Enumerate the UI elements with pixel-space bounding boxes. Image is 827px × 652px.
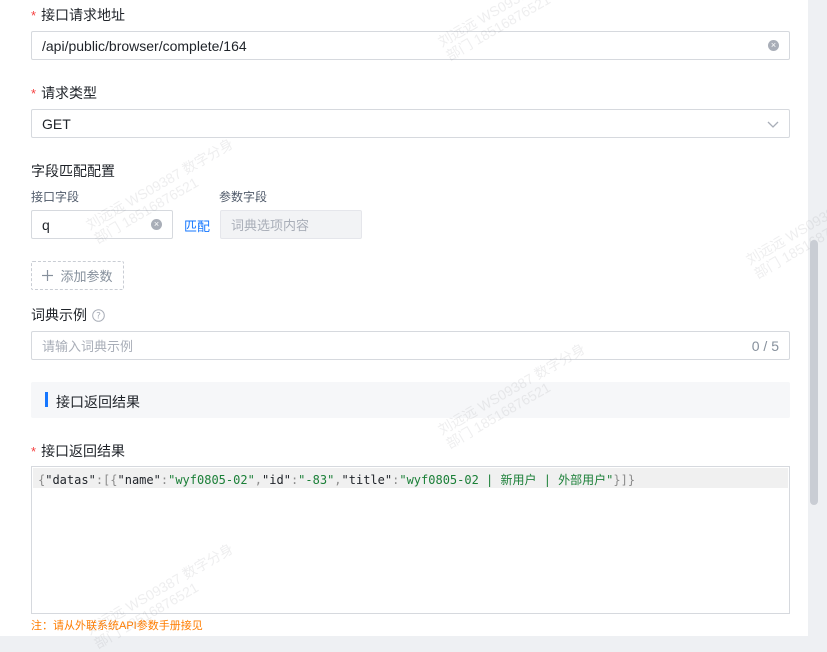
request-type-label: 请求类型 xyxy=(41,85,98,101)
add-param-label: 添加参数 xyxy=(60,269,113,284)
json-token: "name" xyxy=(117,473,161,487)
section-accent-bar xyxy=(45,392,48,407)
interface-field-input[interactable]: q × xyxy=(31,210,173,239)
field-mapping-label: 字段匹配配置 xyxy=(31,163,115,179)
required-mark: * xyxy=(31,86,37,101)
json-token: , xyxy=(334,473,342,487)
json-token: "wyf0805-02" xyxy=(168,473,255,487)
json-token: "title" xyxy=(341,473,393,487)
footer-note: 注：请从外联系统API参数手册接见 xyxy=(31,620,203,632)
svg-text:?: ? xyxy=(96,311,101,321)
interface-field-value: q xyxy=(42,216,50,233)
return-result-label-row: * 接口返回结果 xyxy=(31,441,125,461)
return-section-title: 接口返回结果 xyxy=(56,394,140,410)
dict-example-placeholder: 请输入词典示例 xyxy=(42,339,134,354)
param-field-input: 词典选项内容 xyxy=(220,210,362,239)
scrollbar-thumb[interactable] xyxy=(810,240,818,505)
return-section-header: 接口返回结果 xyxy=(31,382,790,418)
dict-example-label-row: 词典示例 ? xyxy=(31,305,105,325)
param-field-placeholder: 词典选项内容 xyxy=(231,218,310,233)
json-token: "datas" xyxy=(45,473,96,487)
json-token: :[{ xyxy=(95,473,118,487)
request-type-select[interactable]: GET xyxy=(31,109,790,138)
param-field-label: 参数字段 xyxy=(219,190,268,204)
return-result-label: 接口返回结果 xyxy=(41,443,126,459)
json-token: }]} xyxy=(613,473,636,487)
json-token: , xyxy=(254,473,263,487)
json-token: "wyf0805-02 | 新用户 | 外部用户" xyxy=(399,473,614,487)
required-mark: * xyxy=(31,444,37,459)
match-link[interactable]: 匹配 xyxy=(184,216,210,235)
char-counter: 0 / 5 xyxy=(751,338,779,354)
required-mark: * xyxy=(31,8,37,23)
json-token: : xyxy=(160,473,169,487)
url-input[interactable]: /api/public/browser/complete/164 × xyxy=(31,31,790,60)
plus-icon xyxy=(42,270,54,281)
clear-icon[interactable]: × xyxy=(151,219,162,230)
url-input-value: /api/public/browser/complete/164 xyxy=(42,37,247,54)
dict-example-label: 词典示例 xyxy=(31,307,87,323)
add-param-button[interactable]: 添加参数 xyxy=(31,261,124,290)
json-code-line: {"datas":[{"name":"wyf0805-02","id":"-83… xyxy=(38,471,635,488)
clear-icon[interactable]: × xyxy=(768,40,779,51)
dict-example-input[interactable]: 请输入词典示例 0 / 5 xyxy=(31,331,790,360)
interface-field-label: 接口字段 xyxy=(31,190,80,204)
request-type-label-row: * 请求类型 xyxy=(31,83,97,103)
request-type-value: GET xyxy=(42,115,71,132)
json-token: "-83" xyxy=(298,473,335,487)
return-result-editor[interactable]: {"datas":[{"name":"wyf0805-02","id":"-83… xyxy=(31,466,790,614)
url-field-label-row: * 接口请求地址 xyxy=(31,5,125,25)
form-panel: * 接口请求地址 /api/public/browser/complete/164… xyxy=(0,0,827,652)
json-token: "id" xyxy=(262,473,291,487)
chevron-down-icon xyxy=(767,121,779,128)
url-field-label: 接口请求地址 xyxy=(41,7,126,23)
question-circle-icon[interactable]: ? xyxy=(92,308,105,322)
